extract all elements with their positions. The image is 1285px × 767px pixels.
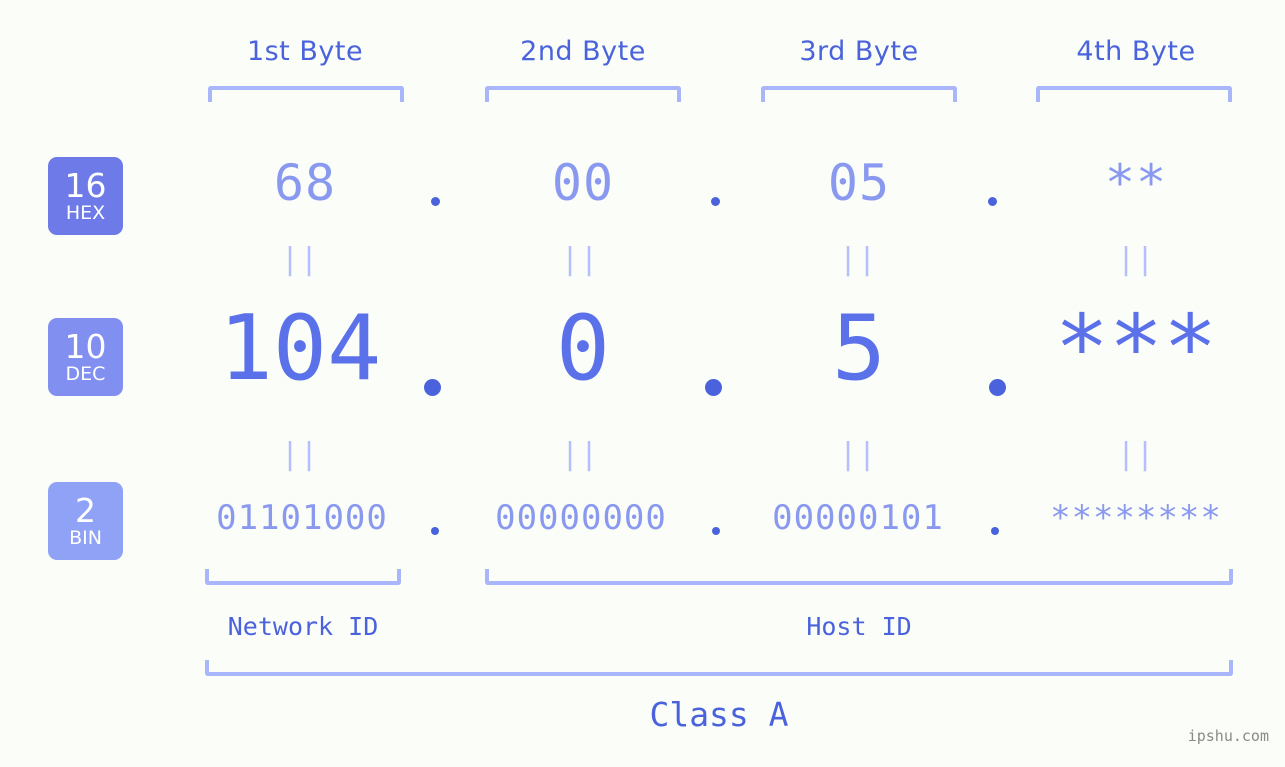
base-badge-bin-number: 2	[75, 490, 96, 530]
byte-header-label-3: 3rd Byte	[799, 36, 919, 67]
equality-mark-dec-bin-2: ||	[560, 437, 600, 472]
byte-bracket-2	[485, 86, 681, 102]
equality-mark-dec-bin-3: ||	[838, 437, 878, 472]
equality-mark-dec-bin-1: ||	[280, 437, 320, 472]
bin-value-byte-4: ********	[1050, 498, 1222, 538]
bin-value-byte-2: 00000000	[495, 498, 667, 538]
dec-value-byte-2: 0	[555, 296, 611, 401]
byte-bracket-4	[1036, 86, 1232, 102]
base-badge-dec-number: 10	[64, 326, 107, 366]
network-id-label: Network ID	[227, 612, 379, 641]
hex-separator-dot-1	[431, 197, 440, 206]
bin-separator-dot-1	[431, 527, 439, 535]
dec-value-byte-1: 104	[218, 296, 382, 401]
hex-separator-dot-2	[711, 197, 720, 206]
byte-header-label-1: 1st Byte	[246, 36, 364, 67]
dec-separator-dot-3	[989, 379, 1006, 396]
base-badge-dec: 10 DEC	[48, 318, 123, 396]
ip-address-breakdown-diagram: 1st Byte 2nd Byte 3rd Byte 4th Byte 16 H…	[0, 0, 1285, 767]
equality-mark-hex-dec-2: ||	[560, 242, 600, 277]
bin-value-byte-3: 00000101	[772, 498, 944, 538]
equality-mark-dec-bin-4: ||	[1116, 437, 1156, 472]
equality-mark-hex-dec-1: ||	[280, 242, 320, 277]
bin-value-byte-1: 01101000	[216, 498, 388, 538]
base-badge-hex: 16 HEX	[48, 157, 123, 235]
base-badge-dec-name: DEC	[65, 362, 106, 385]
host-id-bracket	[485, 569, 1233, 585]
dec-separator-dot-1	[424, 379, 441, 396]
dec-value-byte-3: 5	[831, 296, 887, 401]
network-id-bracket	[205, 569, 401, 585]
base-badge-hex-number: 16	[64, 165, 107, 205]
hex-value-byte-4: **	[1104, 154, 1168, 212]
dec-separator-dot-2	[705, 379, 722, 396]
site-watermark: ipshu.com	[1187, 727, 1269, 745]
base-badge-bin: 2 BIN	[48, 482, 123, 560]
class-bracket	[205, 660, 1233, 676]
hex-value-byte-2: 00	[551, 154, 615, 212]
equality-mark-hex-dec-3: ||	[838, 242, 878, 277]
base-badge-bin-name: BIN	[69, 526, 102, 549]
byte-bracket-3	[761, 86, 957, 102]
hex-value-byte-1: 68	[273, 154, 337, 212]
class-label: Class A	[649, 695, 789, 734]
hex-separator-dot-3	[988, 197, 997, 206]
base-badge-hex-name: HEX	[65, 201, 106, 224]
hex-value-byte-3: 05	[827, 154, 891, 212]
bin-separator-dot-3	[991, 527, 999, 535]
byte-header-label-2: 2nd Byte	[520, 36, 646, 67]
dec-value-byte-4: ***	[1054, 296, 1218, 401]
equality-mark-hex-dec-4: ||	[1116, 242, 1156, 277]
host-id-label: Host ID	[806, 612, 912, 641]
bin-separator-dot-2	[712, 527, 720, 535]
byte-header-label-4: 4th Byte	[1076, 36, 1196, 67]
byte-bracket-1	[208, 86, 404, 102]
